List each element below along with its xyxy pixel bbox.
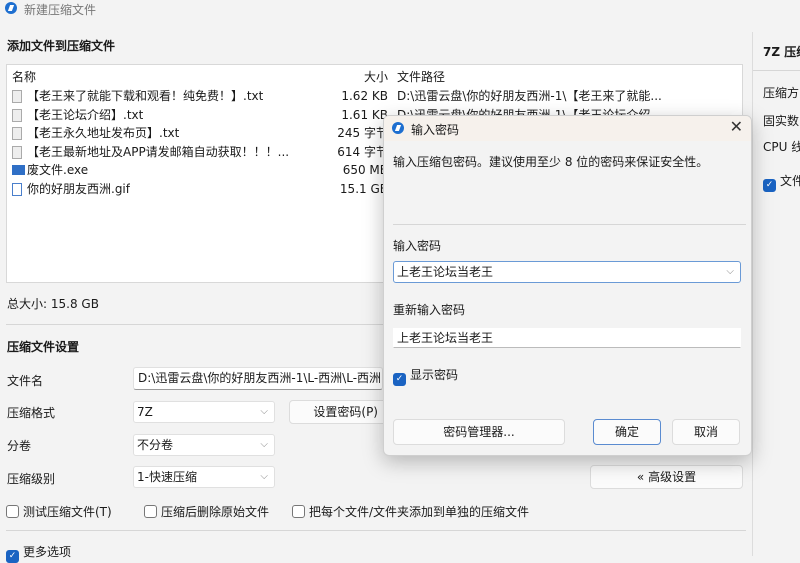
more-options-checkbox[interactable]: ✓ 更多选项 [6, 543, 71, 563]
dialog-title-bar: 输入密码 ✕ [384, 116, 751, 141]
chevron-down-icon: ⌵ [260, 439, 268, 450]
title-bar: 新建压缩文件 [0, 0, 800, 17]
level-label: 压缩级别 [7, 472, 56, 486]
column-name[interactable]: 名称 [12, 68, 36, 86]
list-header: 名称 大小 文件路径 [7, 68, 742, 86]
delete-checkbox[interactable]: 压缩后删除原始文件 [144, 503, 269, 520]
file-name: 【老王论坛介绍】.txt [27, 107, 144, 122]
ok-button[interactable]: 确定 [593, 419, 661, 445]
checkbox[interactable] [144, 505, 157, 518]
more-options-label: 更多选项 [23, 545, 72, 559]
password-manager-button[interactable]: 密码管理器... [393, 419, 565, 445]
format-value: 7Z [137, 405, 153, 419]
password-input[interactable]: 上老王论坛当老王 ⌵ [393, 261, 741, 283]
cancel-button[interactable]: 取消 [672, 419, 740, 445]
dialog-title: 输入密码 [411, 123, 460, 137]
password-dialog: 输入密码 ✕ 输入压缩包密码。建议使用至少 8 位的密码来保证安全性。 输入密码… [383, 115, 752, 456]
file-size: 15.1 GB [339, 182, 388, 196]
checkbox[interactable] [6, 505, 19, 518]
window-title: 新建压缩文件 [24, 3, 97, 17]
column-path[interactable]: 文件路径 [397, 68, 445, 86]
app-icon [392, 122, 404, 134]
right-panel-title: 7Z 压缩 [763, 45, 800, 59]
file-size: 1.61 KB [341, 107, 388, 122]
level-value: 1-快速压缩 [137, 470, 197, 484]
separate-checkbox[interactable]: 把每个文件/文件夹添加到单独的压缩文件 [292, 503, 529, 520]
show-password-checkbox[interactable]: ✓ 显示密码 [393, 366, 458, 386]
level-select[interactable]: 1-快速压缩 ⌵ [133, 466, 275, 488]
total-size: 总大小: 15.8 GB [7, 297, 99, 311]
checkmark-icon[interactable]: ✓ [6, 550, 19, 563]
file-name: 【老王最新地址及APP请发邮箱自动获取！！！... [27, 144, 290, 159]
image-file-icon [12, 183, 22, 196]
chevron-down-icon: ⌵ [260, 471, 268, 482]
separate-checkbox-label: 把每个文件/文件夹添加到单独的压缩文件 [309, 505, 530, 519]
method-label: 压缩方 [763, 86, 800, 100]
table-row[interactable]: 【老王来了就能下载和观看！纯免费！】.txt 1.62 KB D:\迅雷云盘\你… [7, 87, 742, 105]
file-name: 你的好朋友西洲.gif [27, 182, 130, 196]
password-label: 输入密码 [393, 239, 442, 253]
test-checkbox-label: 测试压缩文件(T) [23, 505, 112, 519]
add-section-title: 添加文件到压缩文件 [7, 39, 116, 53]
text-file-icon [12, 127, 22, 141]
divider [6, 530, 746, 531]
file-path: D:\迅雷云盘\你的好朋友西洲-1\【老王来了就能... [397, 89, 662, 103]
format-label: 压缩格式 [7, 406, 56, 420]
split-select[interactable]: 不分卷 ⌵ [133, 434, 275, 456]
checkbox[interactable] [292, 505, 305, 518]
file-name: 废文件.exe [27, 163, 89, 178]
text-file-icon [12, 145, 22, 159]
advanced-settings-button[interactable]: « 高级设置 [590, 465, 743, 489]
password-value: 上老王论坛当老王 [397, 265, 494, 279]
file-size: 614 字节 [337, 144, 388, 159]
test-checkbox[interactable]: 测试压缩文件(T) [6, 503, 112, 520]
files-checkbox-label: 文件 [780, 174, 800, 188]
divider [393, 224, 746, 225]
chevron-down-icon[interactable]: ⌵ [726, 262, 734, 282]
file-size: 245 字节 [337, 126, 388, 141]
dialog-description: 输入压缩包密码。建议使用至少 8 位的密码来保证安全性。 [393, 155, 709, 169]
show-password-label: 显示密码 [410, 368, 459, 382]
reenter-password-input[interactable]: 上老王论坛当老王 [393, 328, 741, 348]
file-size: 1.62 KB [341, 89, 388, 103]
filename-input[interactable]: D:\迅雷云盘\你的好朋友西洲-1\L-西洲\L-西洲 [133, 367, 383, 390]
solid-label: 固实数 [763, 114, 800, 128]
text-file-icon [12, 90, 22, 103]
file-size: 650 MB [342, 163, 388, 178]
reenter-label: 重新输入密码 [393, 303, 466, 317]
exe-file-icon [12, 165, 25, 176]
close-icon[interactable]: ✕ [730, 117, 743, 136]
app-icon [5, 2, 17, 14]
chevron-down-icon: ⌵ [260, 406, 268, 417]
file-name: 【老王来了就能下载和观看！纯免费！】.txt [27, 89, 264, 103]
split-value: 不分卷 [137, 438, 174, 452]
column-size[interactable]: 大小 [364, 68, 388, 86]
split-label: 分卷 [7, 439, 32, 453]
delete-checkbox-label: 压缩后删除原始文件 [161, 505, 270, 519]
settings-title: 压缩文件设置 [7, 340, 80, 354]
format-select[interactable]: 7Z ⌵ [133, 401, 275, 423]
file-name: 【老王永久地址发布页】.txt [27, 126, 180, 141]
right-panel: 7Z 压缩 压缩方 固实数 CPU 线 ✓ 文件 [752, 32, 800, 556]
files-checkbox[interactable]: ✓ 文件 [763, 172, 800, 192]
text-file-icon [12, 108, 22, 122]
filename-label: 文件名 [7, 374, 44, 388]
cpu-label: CPU 线 [763, 140, 800, 154]
divider [753, 70, 800, 71]
checkmark-icon[interactable]: ✓ [763, 179, 776, 192]
checkmark-icon[interactable]: ✓ [393, 373, 406, 386]
